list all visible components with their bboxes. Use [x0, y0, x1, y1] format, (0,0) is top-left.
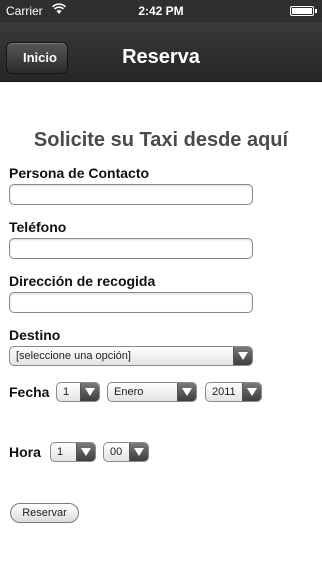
- destination-select[interactable]: [seleccione una opción]: [9, 346, 253, 366]
- phone-label: Teléfono: [9, 219, 67, 235]
- date-year-value: 2011: [212, 386, 236, 398]
- destination-selected-value: [seleccione una opción]: [16, 350, 131, 362]
- date-label: Fecha: [9, 384, 50, 400]
- chevron-down-icon: [233, 347, 252, 365]
- nav-title: Reserva: [122, 46, 200, 68]
- destination-label: Destino: [9, 327, 61, 343]
- pickup-address-label: Dirección de recogida: [9, 273, 156, 289]
- pickup-address-input[interactable]: [9, 292, 253, 313]
- date-day-value: 1: [63, 386, 70, 398]
- contact-input[interactable]: [9, 184, 253, 205]
- page-title: Solicite su Taxi desde aquí: [33, 129, 289, 151]
- navigation-bar: Inicio Reserva: [0, 22, 322, 82]
- time-minute-value: 00: [110, 446, 123, 458]
- date-month-select[interactable]: Enero: [107, 382, 197, 402]
- status-bar: Carrier 2:42 PM: [0, 0, 322, 22]
- battery-icon: [290, 6, 317, 16]
- chevron-down-icon: [76, 443, 95, 461]
- reserve-button[interactable]: Reservar: [10, 503, 79, 523]
- time-hour-select[interactable]: 1: [50, 442, 96, 462]
- date-day-select[interactable]: 1: [56, 382, 100, 402]
- chevron-down-icon: [177, 383, 196, 401]
- chevron-down-icon: [80, 383, 99, 401]
- time-label: Hora: [9, 444, 41, 460]
- phone-input[interactable]: [9, 238, 253, 259]
- date-month-value: Enero: [114, 386, 144, 398]
- time-minute-select[interactable]: 00: [103, 442, 149, 462]
- chevron-down-icon: [129, 443, 148, 461]
- time-hour-value: 1: [57, 446, 64, 458]
- status-time: 2:42 PM: [138, 4, 184, 18]
- chevron-down-icon: [242, 383, 261, 401]
- date-year-select[interactable]: 2011: [205, 382, 262, 402]
- contact-label: Persona de Contacto: [9, 165, 150, 181]
